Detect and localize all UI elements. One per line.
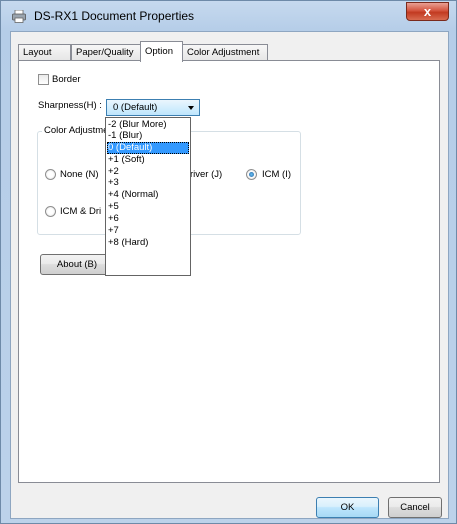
radio-icm-label: ICM (I) [262,169,292,180]
sharpness-option[interactable]: +3 [107,177,189,189]
sharpness-option[interactable]: -1 (Blur) [107,130,189,142]
sharpness-selected-value: 0 (Default) [113,102,158,113]
about-button[interactable]: About (B) [40,254,114,275]
sharpness-option[interactable]: +4 (Normal) [107,189,189,201]
close-icon: x [423,4,432,19]
cancel-button[interactable]: Cancel [388,497,442,518]
border-label: Border [52,74,81,85]
radio-driver-label: river (J) [190,169,223,180]
dialog-window: DS-RX1 Document Properties x Layout Pape… [0,0,457,524]
border-checkbox[interactable] [38,74,49,85]
dialog-client-area: Layout Paper/Quality Option Color Adjust… [10,31,449,519]
tab-option[interactable]: Option [140,41,183,62]
option-panel: Border Sharpness(H) : 0 (Default) Color … [18,60,440,483]
sharpness-options-list[interactable]: -2 (Blur More) -1 (Blur) 0 (Default) +1 … [105,117,191,276]
sharpness-option[interactable]: +6 [107,213,189,225]
sharpness-option[interactable]: +1 (Soft) [107,154,189,166]
radio-icm[interactable] [246,169,257,180]
sharpness-label: Sharpness(H) : [38,100,102,111]
radio-icm-driver-label: ICM & Dri [60,206,102,217]
window-title: DS-RX1 Document Properties [34,9,195,23]
printer-icon [12,10,26,23]
color-adjustment-group-title: Color Adjustme [42,125,111,136]
sharpness-option[interactable]: +7 [107,225,189,237]
sharpness-option[interactable]: +8 (Hard) [107,237,189,249]
sharpness-option-selected[interactable]: 0 (Default) [107,142,189,154]
radio-none-label: None (N) [60,169,99,180]
tab-layout[interactable]: Layout [18,44,71,61]
sharpness-dropdown[interactable]: 0 (Default) [106,99,200,116]
tab-color-adjustment[interactable]: Color Adjustment [182,44,268,61]
tab-paper-quality[interactable]: Paper/Quality [71,44,141,61]
sharpness-option[interactable]: +5 [107,201,189,213]
ok-button[interactable]: OK [316,497,379,518]
close-button[interactable]: x [406,2,449,21]
radio-icm-driver[interactable] [45,206,56,217]
radio-none[interactable] [45,169,56,180]
chevron-down-icon [188,106,194,110]
title-bar[interactable]: DS-RX1 Document Properties x [1,1,456,31]
